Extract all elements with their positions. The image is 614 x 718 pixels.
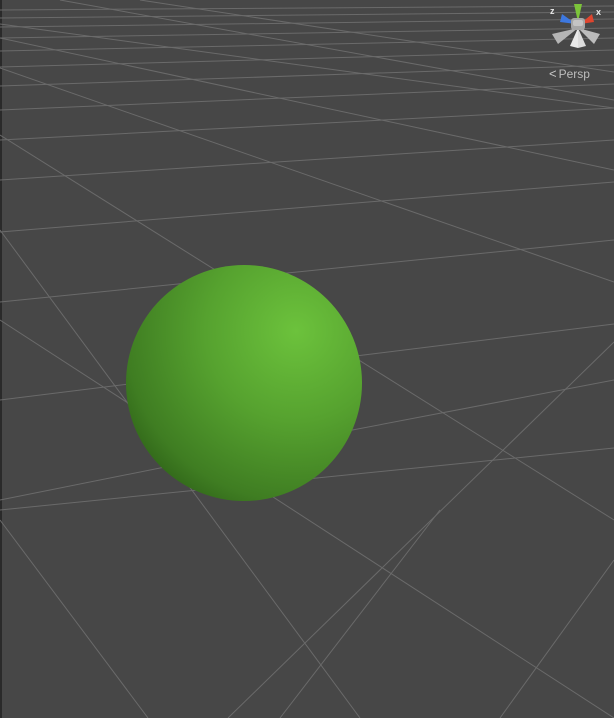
chevron-left-icon: < xyxy=(549,66,557,81)
x-axis-label: x xyxy=(596,7,601,17)
z-axis-label: z xyxy=(550,6,555,16)
green-sphere[interactable] xyxy=(126,265,362,501)
projection-toggle[interactable]: < Persp xyxy=(549,66,605,82)
scene-canvas[interactable] xyxy=(0,0,614,718)
projection-label: Persp xyxy=(558,67,590,81)
scene-viewport[interactable]: z x < Persp xyxy=(0,0,614,718)
orientation-gizmo[interactable]: z x xyxy=(540,0,614,62)
